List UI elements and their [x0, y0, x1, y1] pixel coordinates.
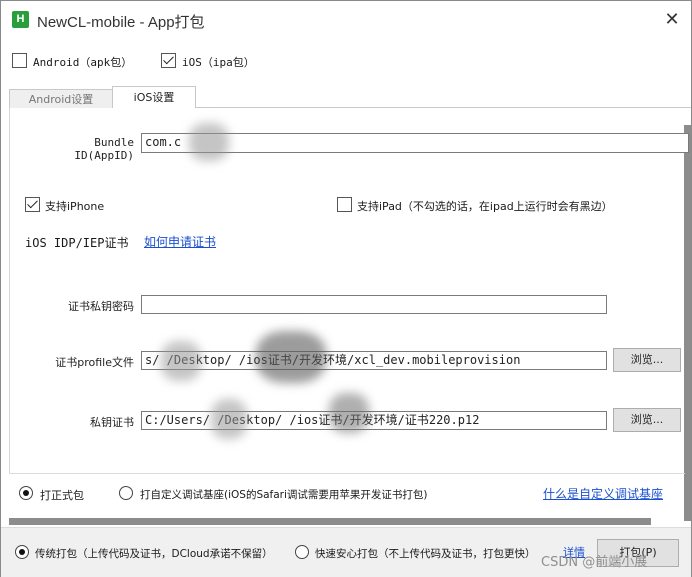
ios-checkbox[interactable] — [161, 53, 176, 68]
bundle-id-label: Bundle ID(AppID) — [74, 136, 134, 162]
formal-build-radio[interactable] — [19, 486, 33, 500]
redaction-blur — [189, 123, 229, 161]
tab-android-settings[interactable]: Android设置 — [9, 89, 113, 109]
support-ipad-checkbox[interactable] — [337, 197, 352, 212]
safe-pack-radio[interactable] — [295, 545, 309, 559]
support-iphone-checkbox[interactable] — [25, 197, 40, 212]
cert-password-label: 证书私钥密码 — [68, 300, 134, 313]
support-ipad-label: 支持iPad（不勾选的话，在ipad上运行时会有黑边） — [357, 200, 613, 213]
redaction-blur — [329, 393, 369, 433]
csdn-watermark: CSDN @前端小展 — [541, 555, 648, 570]
redaction-blur — [256, 331, 326, 383]
private-key-browse-button[interactable]: 浏览... — [613, 408, 681, 432]
redaction-blur — [211, 399, 247, 439]
cert-heading: iOS IDP/IEP证书 — [25, 236, 129, 250]
tab-ios-settings[interactable]: iOS设置 — [112, 86, 196, 109]
section-divider — [9, 473, 685, 474]
ios-checkbox-label: iOS（ipa包） — [182, 56, 255, 69]
vertical-scrollbar[interactable] — [684, 125, 691, 521]
formal-build-label: 打正式包 — [40, 489, 84, 502]
private-key-label: 私钥证书 — [90, 416, 134, 429]
profile-browse-button[interactable]: 浏览... — [613, 348, 681, 372]
title-bar: H NewCL-mobile - App打包 ✕ — [1, 1, 691, 39]
custom-debug-radio[interactable] — [119, 486, 133, 500]
traditional-pack-radio[interactable] — [15, 545, 29, 559]
horizontal-scrollbar[interactable] — [9, 518, 651, 525]
app-pack-window: H NewCL-mobile - App打包 ✕ Android（apk包） i… — [0, 0, 692, 577]
cert-password-input[interactable] — [141, 295, 607, 314]
redaction-blur — [161, 341, 201, 381]
android-checkbox-label: Android（apk包） — [33, 56, 133, 69]
custom-debug-label: 打自定义调试基座(iOS的Safari调试需要用苹果开发证书打包) — [140, 489, 428, 501]
close-button[interactable]: ✕ — [661, 9, 683, 31]
custom-debug-help-link[interactable]: 什么是自定义调试基座 — [543, 485, 663, 502]
safe-pack-label: 快速安心打包（不上传代码及证书，打包更快） — [315, 548, 536, 560]
cert-help-link[interactable]: 如何申请证书 — [144, 233, 216, 250]
traditional-pack-label: 传统打包（上传代码及证书，DCloud承诺不保留） — [35, 548, 273, 560]
profile-file-input[interactable]: s/ /Desktop/ /ios证书/开发环境/xcl_dev.mobilep… — [141, 351, 607, 370]
android-checkbox[interactable] — [12, 53, 27, 68]
window-title: NewCL-mobile - App打包 — [37, 14, 205, 31]
hbuilder-app-icon: H — [12, 11, 29, 28]
support-iphone-label: 支持iPhone — [45, 200, 105, 213]
profile-file-label: 证书profile文件 — [55, 356, 134, 369]
